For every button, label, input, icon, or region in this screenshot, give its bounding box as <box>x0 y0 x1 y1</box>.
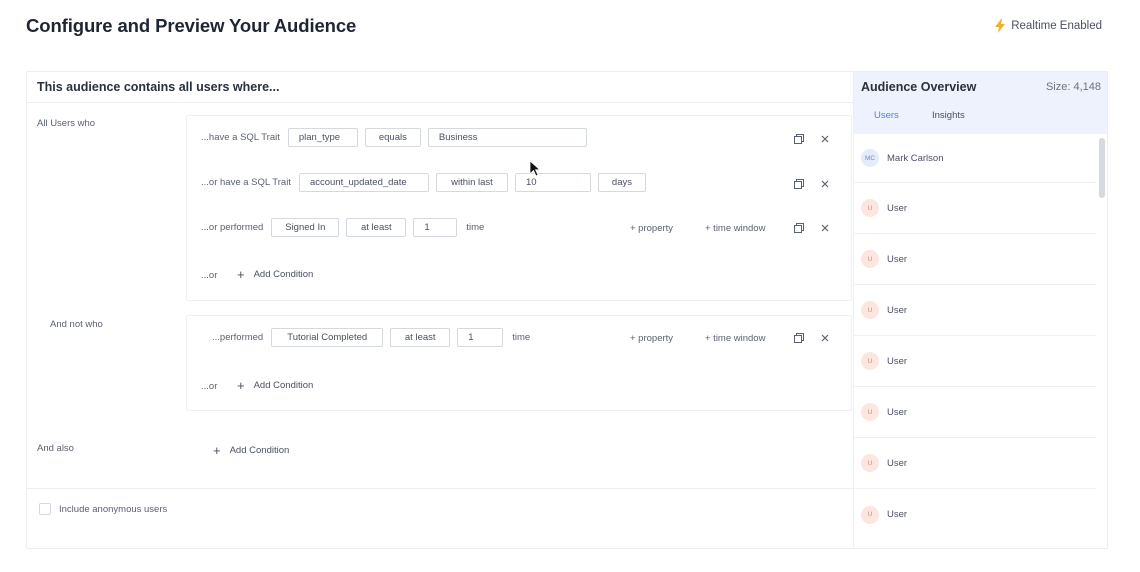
condition-row: ...performed Tutorial Completed at least… <box>212 328 530 347</box>
add-condition-label: Add Condition <box>253 269 314 280</box>
list-item[interactable]: U User <box>854 234 1096 285</box>
avatar: MC <box>861 149 879 167</box>
operator-select[interactable]: at least <box>346 218 407 237</box>
mouse-cursor-icon <box>529 160 541 177</box>
list-item[interactable]: U User <box>854 489 1096 540</box>
or-label: ...or <box>201 270 218 281</box>
operator-select[interactable]: at least <box>390 328 451 347</box>
event-select[interactable]: Tutorial Completed <box>271 328 384 347</box>
condition-row: ...or have a SQL Trait account_updated_d… <box>201 173 653 192</box>
avatar: U <box>861 454 879 472</box>
plus-icon: + <box>213 443 221 458</box>
condition-row: ...or performed Signed In at least 1 tim… <box>201 218 484 237</box>
page-title: Configure and Preview Your Audience <box>26 15 357 36</box>
realtime-status: Realtime Enabled <box>995 19 1102 33</box>
count-input[interactable]: 1 <box>413 218 458 237</box>
list-item[interactable]: U User <box>854 387 1096 438</box>
avatar: U <box>861 301 879 319</box>
trait-select[interactable]: plan_type <box>287 128 358 147</box>
list-item[interactable]: U User <box>854 336 1096 387</box>
avatar: U <box>861 199 879 217</box>
plus-icon: + <box>237 378 245 393</box>
and-not-label: And not who <box>50 319 103 330</box>
include-anonymous-label: Include anonymous users <box>59 503 168 515</box>
add-condition-button[interactable]: + Add Condition <box>237 268 313 281</box>
value-input[interactable]: Business <box>427 128 587 147</box>
user-name: User <box>887 509 908 520</box>
condition-prefix: ...performed <box>212 332 264 343</box>
overview-header: Audience Overview Size: 4,148 Users Insi… <box>854 72 1107 134</box>
value-input[interactable]: 10 <box>514 173 591 192</box>
audience-overview-panel: Audience Overview Size: 4,148 Users Insi… <box>853 72 1107 548</box>
remove-icon[interactable] <box>820 179 830 189</box>
duplicate-icon[interactable] <box>794 134 804 144</box>
audience-builder: This audience contains all users where..… <box>27 72 853 548</box>
condition-prefix: ...or have a SQL Trait <box>201 177 291 188</box>
event-select[interactable]: Signed In <box>271 218 340 237</box>
count-input[interactable]: 1 <box>457 328 504 347</box>
condition-row: ...have a SQL Trait plan_type equals Bus… <box>201 128 594 147</box>
all-users-label: All Users who <box>37 118 96 129</box>
add-property-link[interactable]: + property <box>630 223 673 234</box>
condition-prefix: ...or performed <box>201 222 264 233</box>
realtime-label: Realtime Enabled <box>1011 20 1102 32</box>
condition-prefix: ...have a SQL Trait <box>201 132 280 143</box>
builder-heading: This audience contains all users where..… <box>27 72 853 103</box>
time-label: time <box>512 332 531 343</box>
divider <box>27 488 853 489</box>
user-name: User <box>887 202 908 214</box>
avatar: U <box>861 352 879 370</box>
remove-icon[interactable] <box>820 223 830 233</box>
plus-icon: + <box>237 267 245 282</box>
exclude-condition-group: ...performed Tutorial Completed at least… <box>186 315 852 411</box>
remove-icon[interactable] <box>820 134 830 144</box>
avatar: U <box>861 505 879 524</box>
avatar: U <box>861 403 879 421</box>
list-item[interactable]: MC Mark Carlson <box>854 134 1096 183</box>
user-name: User <box>887 253 908 265</box>
add-time-window-link[interactable]: + time window <box>705 223 765 234</box>
unit-select[interactable]: days <box>597 173 646 192</box>
avatar: U <box>861 250 879 268</box>
user-name: Mark Carlson <box>887 152 944 164</box>
duplicate-icon[interactable] <box>794 333 804 343</box>
user-name: User <box>887 457 908 469</box>
user-list: MC Mark Carlson U User U User U User U U… <box>854 134 1096 540</box>
add-condition-button[interactable]: + Add Condition <box>213 444 289 457</box>
include-condition-group: ...have a SQL Trait plan_type equals Bus… <box>186 115 852 301</box>
duplicate-icon[interactable] <box>794 223 804 233</box>
user-name: User <box>887 304 908 316</box>
operator-select[interactable]: within last <box>435 173 508 192</box>
include-anonymous-option[interactable]: Include anonymous users <box>39 503 167 515</box>
add-condition-button[interactable]: + Add Condition <box>237 379 313 392</box>
lightning-bolt-icon <box>995 19 1006 33</box>
tab-insights[interactable]: Insights <box>932 110 965 121</box>
tab-users[interactable]: Users <box>874 110 899 121</box>
or-label: ...or <box>201 381 218 392</box>
duplicate-icon[interactable] <box>794 179 804 189</box>
audience-size: Size: 4,148 <box>1045 81 1101 93</box>
include-anonymous-checkbox[interactable] <box>39 503 51 515</box>
trait-select[interactable]: account_updated_date <box>298 173 429 192</box>
list-item[interactable]: U User <box>854 438 1096 489</box>
time-label: time <box>466 222 485 233</box>
list-item[interactable]: U User <box>854 285 1096 336</box>
remove-icon[interactable] <box>820 333 830 343</box>
user-name: User <box>887 406 908 418</box>
operator-select[interactable]: equals <box>364 128 421 147</box>
and-also-label: And also <box>37 443 74 454</box>
list-item[interactable]: U User <box>854 183 1096 234</box>
add-condition-label: Add Condition <box>253 380 314 391</box>
add-condition-label: Add Condition <box>229 445 290 456</box>
overview-title: Audience Overview <box>861 80 977 94</box>
add-time-window-link[interactable]: + time window <box>705 333 765 344</box>
audience-card: This audience contains all users where..… <box>26 71 1108 549</box>
scrollbar-thumb[interactable] <box>1099 138 1105 198</box>
add-property-link[interactable]: + property <box>630 333 673 344</box>
user-name: User <box>887 355 908 367</box>
